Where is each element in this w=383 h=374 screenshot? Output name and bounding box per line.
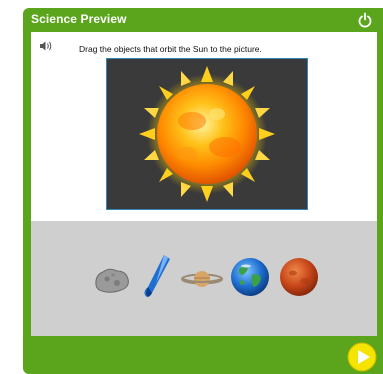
play-icon[interactable] [347,342,377,372]
earth-item[interactable] [230,257,270,297]
speaker-icon[interactable] [39,40,53,52]
title-bar: Science Preview [23,8,383,32]
saturn-item[interactable] [181,267,223,291]
sun-image [139,66,275,202]
window-title: Science Preview [31,12,127,26]
sun-drop-target[interactable] [106,58,308,210]
mars-item[interactable] [279,257,319,297]
comet-item[interactable] [142,253,172,301]
app-frame: Science Preview Drag the objects that or… [23,8,383,374]
activity-panel: Drag the objects that orbit the Sun to t… [31,32,377,336]
bottom-bar [23,330,383,374]
objects-tray [31,221,377,336]
instruction-text: Drag the objects that orbit the Sun to t… [79,44,262,54]
asteroid-item[interactable] [93,265,131,295]
power-icon[interactable] [357,12,373,28]
